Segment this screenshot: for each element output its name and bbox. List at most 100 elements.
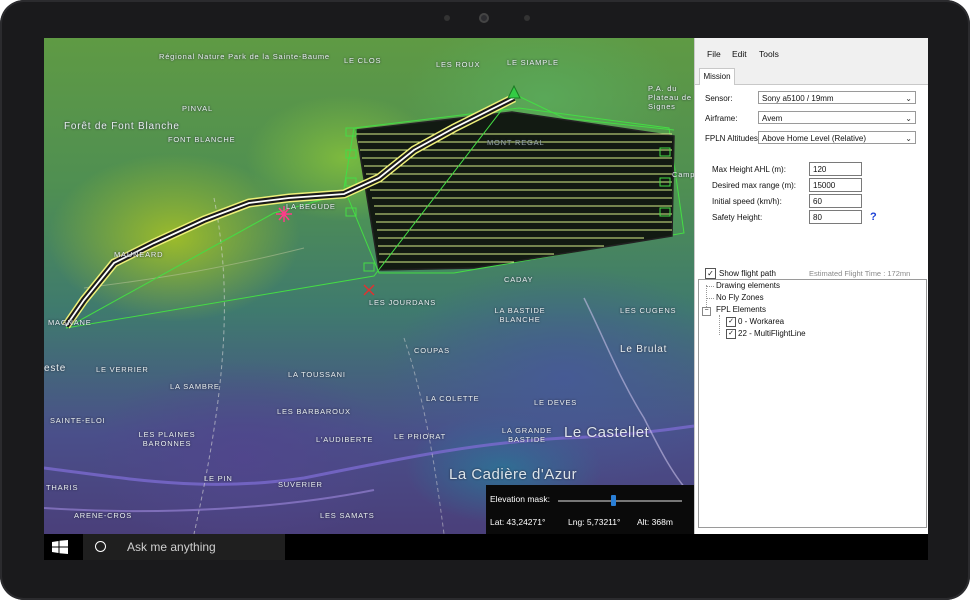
- desired-range-input[interactable]: 15000: [809, 178, 862, 192]
- menu-tools[interactable]: Tools: [759, 49, 779, 59]
- map-overlay: [44, 84, 694, 534]
- estimated-flight-time: Estimated Flight Time : 172mn: [809, 269, 911, 278]
- place-label: LA SAMBRE: [170, 382, 220, 391]
- place-label: Le Castellet: [564, 424, 650, 441]
- menu-edit[interactable]: Edit: [732, 49, 747, 59]
- airframe-value: Avem: [762, 114, 783, 123]
- place-label: LE PRIORAT: [394, 432, 447, 441]
- initial-speed-label: Initial speed (km/h):: [712, 197, 782, 206]
- place-label: COUPAS: [414, 346, 450, 355]
- cortana-circle-icon[interactable]: [95, 541, 106, 552]
- place-label: LA BASTIDE BLANCHE: [494, 306, 546, 324]
- fpln-altitudes-select[interactable]: Above Home Level (Relative) ⌄: [758, 131, 916, 144]
- sensor-select[interactable]: Sony a5100 / 19mm ⌄: [758, 91, 916, 104]
- place-label: LA TOUSSANI: [288, 370, 346, 379]
- max-height-input[interactable]: 120: [809, 162, 862, 176]
- max-height-label: Max Height AHL (m):: [712, 165, 786, 174]
- place-label: Régional Nature Park de la Sainte-Baume: [159, 52, 330, 61]
- fpln-altitudes-label: FPLN Altitudes:: [705, 134, 761, 143]
- altitude-readout: Alt: 368m: [637, 517, 673, 527]
- tree-item-workarea[interactable]: 0 - Workarea: [738, 317, 784, 326]
- place-label: LES JOURDANS: [369, 298, 437, 307]
- tree-connector: [719, 315, 720, 335]
- sensor-dot: [444, 15, 450, 21]
- show-flight-path-checkbox[interactable]: ✓: [705, 268, 716, 279]
- taskbar-search[interactable]: Ask me anything: [83, 534, 285, 560]
- search-placeholder: Ask me anything: [127, 540, 216, 554]
- help-icon[interactable]: ?: [870, 211, 877, 223]
- mission-panel: File Edit Tools Mission Sensor: Sony a51…: [694, 38, 928, 534]
- camera-bar: [0, 13, 970, 23]
- taskbar: Ask me anything: [44, 534, 928, 560]
- place-label: LA COLETTE: [426, 394, 480, 403]
- place-label: Forêt de Font Blanche: [64, 121, 180, 132]
- place-label: LE CLOS: [344, 56, 382, 65]
- elevation-slider-thumb[interactable]: [611, 495, 617, 506]
- tree-item-drawing-elements[interactable]: Drawing elements: [716, 281, 780, 290]
- place-label: FONT BLANCHE: [168, 135, 236, 144]
- place-label: SUVERIER: [278, 480, 323, 489]
- show-flight-path-label: Show flight path: [719, 269, 776, 278]
- place-label: ARENE-CROS: [74, 511, 133, 520]
- map-view[interactable]: Régional Nature Park de la Sainte-Baume …: [44, 38, 694, 534]
- place-label: MAGNANE: [48, 318, 92, 327]
- place-label: LES SAMATS: [320, 511, 375, 520]
- windows-logo-icon[interactable]: [52, 540, 68, 554]
- place-label: LES BARBAROUX: [277, 407, 351, 416]
- tree-item-multiflightline[interactable]: 22 - MultiFlightLine: [738, 329, 806, 338]
- place-label: LES CUGENS: [620, 306, 677, 315]
- place-label: LE VERRIER: [96, 365, 149, 374]
- mission-tab-content: Sensor: Sony a5100 / 19mm ⌄ Airframe: Av…: [695, 85, 928, 534]
- tab-mission[interactable]: Mission: [699, 68, 735, 85]
- place-label: P.A. du Plateau de Signes: [648, 84, 692, 111]
- desired-range-label: Desired max range (m):: [712, 181, 797, 190]
- chevron-down-icon: ⌄: [905, 134, 912, 143]
- airframe-label: Airframe:: [705, 114, 738, 123]
- chevron-down-icon: ⌄: [905, 94, 912, 103]
- tree-item-no-fly-zones[interactable]: No Fly Zones: [716, 293, 764, 302]
- place-label: La Cadière d'Azur: [449, 466, 578, 483]
- initial-speed-input[interactable]: 60: [809, 194, 862, 208]
- safety-height-label: Safety Height:: [712, 213, 763, 222]
- safety-height-input[interactable]: 80: [809, 210, 862, 224]
- place-label: LA GRANDE BASTIDE: [501, 426, 553, 444]
- place-label: Camp: [672, 170, 694, 179]
- place-label: LA BEGUDE: [286, 202, 336, 211]
- airframe-select[interactable]: Avem ⌄: [758, 111, 916, 124]
- camera-lens: [479, 13, 489, 23]
- workarea-checkbox[interactable]: ✓: [726, 317, 736, 327]
- elevation-slider-track[interactable]: [558, 500, 682, 502]
- fpln-altitudes-value: Above Home Level (Relative): [762, 134, 867, 143]
- screen: Régional Nature Park de la Sainte-Baume …: [44, 38, 928, 560]
- multiflightline-checkbox[interactable]: ✓: [726, 329, 736, 339]
- elements-tree: Drawing elements No Fly Zones − FPL Elem…: [698, 279, 927, 528]
- place-label: L'AUDIBERTE: [316, 435, 374, 444]
- tree-connector: [706, 298, 714, 299]
- tree-item-fpl-elements[interactable]: FPL Elements: [716, 305, 766, 314]
- place-label: LES ROUX: [436, 60, 481, 69]
- tablet-frame: Régional Nature Park de la Sainte-Baume …: [0, 0, 970, 600]
- place-label: LES PLAINES BARONNES: [138, 430, 196, 448]
- elevation-mask-label: Elevation mask:: [490, 494, 550, 504]
- chevron-down-icon: ⌄: [905, 114, 912, 123]
- latitude-readout: Lat: 43,24271°: [490, 517, 546, 527]
- tree-connector: [706, 286, 714, 287]
- sensor-dot: [524, 15, 530, 21]
- place-label: MAUNEARD: [114, 250, 164, 259]
- place-label: Le Brulat: [620, 344, 668, 355]
- place-label: SAINTE-ELOI: [50, 416, 106, 425]
- place-label: este: [44, 363, 67, 374]
- sensor-value: Sony a5100 / 19mm: [762, 94, 834, 103]
- place-label: PINVAL: [182, 104, 213, 113]
- menu-file[interactable]: File: [707, 49, 721, 59]
- place-label: LE PIN: [204, 474, 233, 483]
- place-label: LE DEVES: [534, 398, 578, 407]
- place-label: MONT REGAL: [487, 138, 545, 147]
- place-label: THARIS: [46, 483, 79, 492]
- collapse-icon[interactable]: −: [702, 307, 711, 316]
- tab-strip: Mission: [695, 66, 928, 85]
- sensor-label: Sensor:: [705, 94, 733, 103]
- place-label: CADAY: [504, 275, 534, 284]
- longitude-readout: Lng: 5,73211°: [568, 517, 621, 527]
- elevation-panel: Elevation mask: Lat: 43,24271° Lng: 5,73…: [486, 485, 694, 534]
